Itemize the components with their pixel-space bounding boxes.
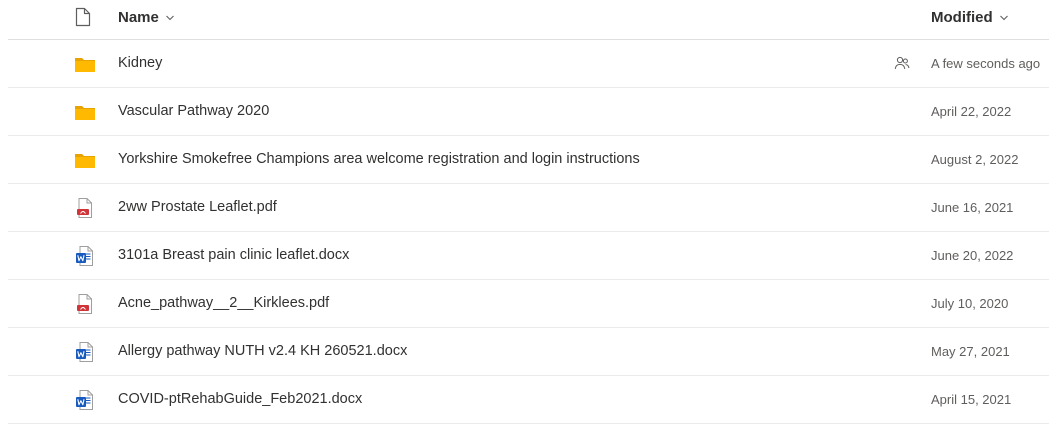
word-file-icon: [74, 389, 96, 411]
file-name[interactable]: Acne_pathway__2__Kirklees.pdf: [118, 295, 329, 311]
modified-column-label: Modified: [931, 9, 993, 26]
file-name[interactable]: 2ww Prostate Leaflet.pdf: [118, 199, 277, 215]
folder-icon: [74, 149, 96, 171]
file-row-4[interactable]: 2ww Prostate Leaflet.pdf June 16, 2021: [8, 184, 1049, 232]
modified-date: May 27, 2021: [931, 344, 1010, 359]
folder-icon: [74, 53, 96, 75]
file-row-1[interactable]: Kidney A few seconds ago: [8, 40, 1049, 88]
pdf-file-icon: [74, 293, 96, 315]
chevron-down-icon: [165, 15, 174, 20]
word-file-icon: [74, 245, 96, 267]
file-name[interactable]: COVID-ptRehabGuide_Feb2021.docx: [118, 391, 362, 407]
file-row-2[interactable]: Vascular Pathway 2020 April 22, 2022: [8, 88, 1049, 136]
modified-date: April 15, 2021: [931, 392, 1012, 407]
modified-date: July 10, 2020: [931, 296, 1009, 311]
pdf-file-icon: [74, 197, 96, 219]
modified-date: August 2, 2022: [931, 152, 1019, 167]
file-list: Name Modified Kidney A few seconds ago V…: [0, 0, 1049, 424]
file-row-3[interactable]: Yorkshire Smokefree Champions area welco…: [8, 136, 1049, 184]
file-row-8[interactable]: COVID-ptRehabGuide_Feb2021.docx April 15…: [8, 376, 1049, 424]
file-type-column-icon[interactable]: [74, 7, 92, 27]
modified-date: April 22, 2022: [931, 104, 1012, 119]
chevron-down-icon: [999, 15, 1008, 20]
file-name[interactable]: Vascular Pathway 2020: [118, 103, 269, 119]
file-name[interactable]: Kidney: [118, 55, 162, 71]
file-row-5[interactable]: 3101a Breast pain clinic leaflet.docx Ju…: [8, 232, 1049, 280]
modified-date: June 16, 2021: [931, 200, 1014, 215]
file-row-6[interactable]: Acne_pathway__2__Kirklees.pdf July 10, 2…: [8, 280, 1049, 328]
name-column-header[interactable]: Name: [118, 9, 175, 26]
modified-column-header[interactable]: Modified: [931, 9, 1009, 26]
shared-people-icon[interactable]: [894, 56, 910, 70]
file-list-header: Name Modified: [8, 0, 1049, 40]
name-column-label: Name: [118, 9, 159, 26]
file-name[interactable]: Yorkshire Smokefree Champions area welco…: [118, 151, 640, 167]
modified-date: June 20, 2022: [931, 248, 1014, 263]
folder-icon: [74, 101, 96, 123]
file-name[interactable]: 3101a Breast pain clinic leaflet.docx: [118, 247, 349, 263]
word-file-icon: [74, 341, 96, 363]
modified-date: A few seconds ago: [931, 56, 1041, 71]
file-name[interactable]: Allergy pathway NUTH v2.4 KH 260521.docx: [118, 343, 407, 359]
file-row-7[interactable]: Allergy pathway NUTH v2.4 KH 260521.docx…: [8, 328, 1049, 376]
